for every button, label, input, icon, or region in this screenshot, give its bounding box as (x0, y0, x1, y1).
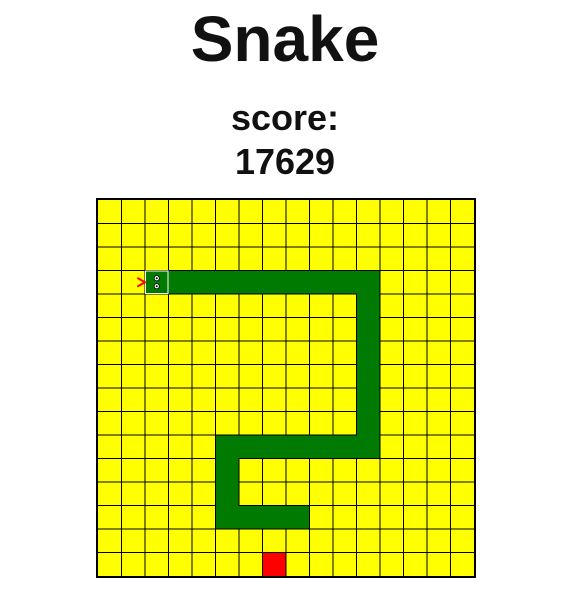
snake-joint (261, 271, 264, 294)
snake-joint (261, 506, 264, 529)
snake-segment-fill (310, 271, 333, 294)
snake-joint (357, 316, 380, 319)
snake-segment-fill (263, 435, 286, 458)
snake-segment-fill (216, 435, 239, 458)
snake-joint (238, 435, 240, 458)
snake-pupil (155, 285, 158, 288)
snake-segment-fill (357, 341, 380, 364)
snake-segment-fill (357, 412, 380, 435)
food-item (262, 552, 286, 576)
snake-joint (355, 271, 358, 294)
snake-joint (332, 271, 334, 294)
snake-joint (216, 504, 239, 507)
snake-segment-fill (263, 506, 286, 529)
snake-segment-fill (192, 271, 215, 294)
snake-joint (238, 506, 240, 529)
snake-joint (332, 435, 334, 458)
snake-segment-fill (357, 294, 380, 317)
snake-segment-fill (263, 271, 286, 294)
snake-segment-fill (239, 271, 262, 294)
score-value: 17629 (234, 141, 336, 182)
snake-joint (357, 363, 380, 366)
snake-pupil (155, 277, 158, 280)
snake-segment-fill (357, 318, 380, 341)
snake-segment-fill (357, 388, 380, 411)
game-board[interactable] (96, 198, 476, 578)
game-title: Snake (190, 3, 380, 75)
snake-joint (357, 387, 380, 389)
snake-segment-fill (286, 435, 309, 458)
snake-joint (285, 271, 287, 294)
snake-segment-fill (310, 435, 333, 458)
snake-joint (238, 271, 240, 294)
snake-segment-fill (357, 365, 380, 388)
snake-joint (308, 271, 311, 294)
snake-joint (216, 481, 239, 483)
snake-segment-fill (216, 459, 239, 482)
snake-segment-fill (216, 506, 239, 529)
snake-joint (355, 435, 358, 458)
game-board-canvas[interactable] (98, 200, 474, 576)
snake-segment-fill (239, 435, 262, 458)
snake-segment-fill (216, 271, 239, 294)
snake-joint (285, 435, 287, 458)
snake-segment-fill (286, 506, 309, 529)
score-label: score: (230, 97, 340, 138)
snake-joint (357, 340, 380, 342)
snake-joint (214, 271, 217, 294)
snake-segment-fill (357, 271, 380, 294)
snake-segment-fill (333, 435, 356, 458)
snake-joint (285, 506, 287, 529)
snake-joint (357, 410, 380, 413)
snake-joint (191, 271, 193, 294)
snake-segment-fill (145, 271, 168, 294)
snake-segment-fill (169, 271, 192, 294)
snake-joint (216, 457, 239, 460)
snake-joint (261, 435, 264, 458)
snake-segment-fill (239, 506, 262, 529)
snake-segment-fill (286, 271, 309, 294)
snake-segment-fill (357, 435, 380, 458)
snake-joint (357, 434, 380, 436)
snake-segment-fill (333, 271, 356, 294)
snake-joint (357, 293, 380, 295)
snake-joint (308, 435, 311, 458)
snake-segment-fill (216, 482, 239, 505)
